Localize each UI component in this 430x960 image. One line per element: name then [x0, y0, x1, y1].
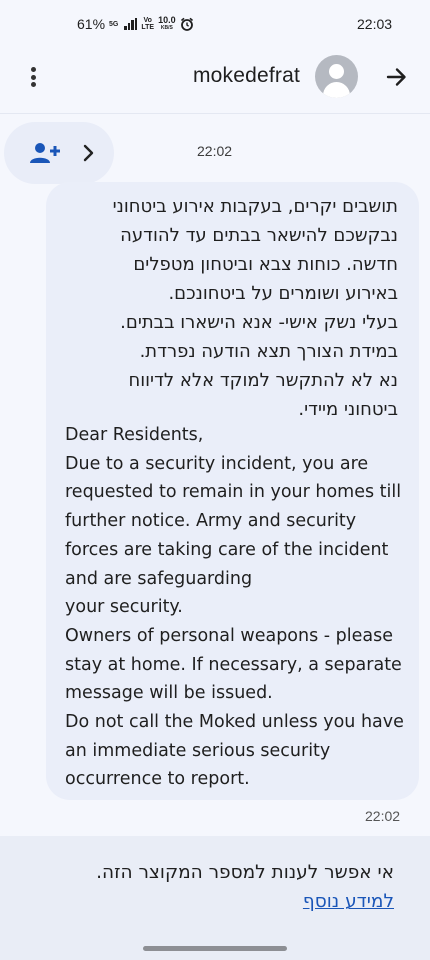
person-add-icon [30, 143, 60, 163]
person-icon-body [323, 82, 350, 98]
battery-percentage: 61% [77, 16, 106, 32]
status-time: 22:03 [357, 16, 393, 32]
message-line: במידת הצורך תצא הודעה נפרדת. [139, 341, 398, 362]
reply-disabled-notice: אי אפשר לענות למספר המקוצר הזה. [96, 862, 394, 883]
message-line: נבקשכם להישאר בבתים עד להודעה [120, 225, 398, 246]
conversation-header: mokedefrat [0, 48, 430, 104]
message-text-english: Dear Residents, Due to a security incide… [65, 421, 410, 794]
network-speed: 10.0 KB/S [158, 16, 176, 32]
status-bar: 61% 5G Vo LTE 10.0 KB/S 22:03 [0, 0, 430, 48]
message-line: Dear Residents, [65, 425, 204, 445]
message-line: further notice. Army and security [65, 511, 357, 532]
message-line: תושבים יקרים, בעקבות אירוע ביטחוני [112, 196, 398, 217]
avatar[interactable] [315, 55, 358, 98]
learn-more-link[interactable]: למידע נוסף [303, 891, 394, 912]
message-line: and are safeguarding [65, 568, 253, 589]
network-speed-unit: KB/S [160, 25, 173, 31]
chevron-right-icon [83, 144, 94, 162]
status-icons: 61% 5G Vo LTE 10.0 KB/S [77, 16, 194, 32]
add-contact-chip[interactable] [4, 122, 114, 184]
message-timestamp: 22:02 [197, 143, 233, 159]
message-line: forces are taking care of the incident [65, 539, 389, 560]
network-speed-value: 10.0 [158, 15, 176, 25]
message-text-hebrew: תושבים יקרים, בעקבות אירוע ביטחוני נבקשכ… [38, 192, 398, 424]
volte-icon: Vo LTE [141, 17, 154, 31]
network-type-indicator: 5G [109, 21, 118, 28]
network-type-label: 5G [109, 20, 119, 28]
gesture-navigation-handle[interactable] [143, 946, 287, 951]
message-line: your security. [65, 597, 183, 618]
message-line: occurrence to report. [65, 769, 250, 790]
signal-icon [124, 18, 138, 30]
person-icon [329, 64, 344, 79]
message-line: באירוע ושומרים על ביטחונכם. [168, 283, 398, 304]
header-divider [0, 113, 430, 114]
message-line: נא לא להתקשר למוקד אלא לדיווח [128, 370, 398, 391]
message-line: Owners of personal weapons - please [65, 625, 393, 646]
message-line: stay at home. If necessary, a separate [65, 654, 402, 675]
message-line: ביטחוני מיידי. [298, 399, 398, 420]
message-timestamp: 22:02 [365, 808, 401, 824]
message-line: Do not call the Moked unless you have [65, 712, 404, 733]
alarm-icon [180, 17, 193, 31]
volte-label-top: Vo [143, 17, 152, 24]
message-line: Due to a security incident, you are [65, 453, 369, 474]
message-line: חדשה. כוחות צבא וביטחון מטפלים [133, 254, 398, 275]
message-line: בעלי נשק אישי- אנא הישארו בבתים. [120, 312, 398, 333]
message-line: requested to remain in your homes till [65, 482, 402, 503]
conversation-title[interactable]: mokedefrat [193, 64, 300, 88]
message-line: message will be issued. [65, 683, 273, 704]
message-line: an immediate serious security [65, 740, 331, 761]
more-options-icon[interactable] [26, 66, 42, 88]
volte-label-bottom: LTE [141, 24, 155, 31]
arrow-forward-icon[interactable] [385, 65, 409, 89]
